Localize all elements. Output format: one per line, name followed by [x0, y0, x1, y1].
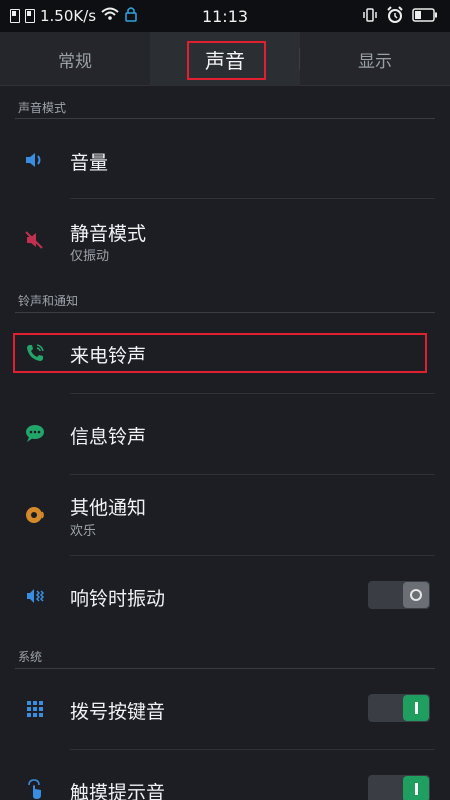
volume-item[interactable]: 音量	[0, 122, 450, 198]
silent-mode-title: 静音模式	[70, 223, 147, 245]
other-notification-item[interactable]: 其他通知 欢乐	[0, 475, 450, 555]
status-right	[362, 6, 438, 28]
vibrate-mode-icon	[362, 7, 378, 27]
incoming-ringtone-highlight	[13, 333, 427, 373]
toggle-knob	[403, 776, 429, 800]
selected-tab-highlight	[187, 41, 266, 80]
vibrate-icon	[22, 583, 48, 609]
tab-display[interactable]: 显示	[300, 32, 450, 86]
dialpad-tone-title: 拨号按键音	[70, 701, 166, 723]
dialpad-tone-item[interactable]: 拨号按键音	[0, 669, 450, 749]
touch-icon	[22, 776, 48, 800]
vibrate-when-ringing-item[interactable]: 响铃时振动	[0, 556, 450, 640]
message-ringtone-title: 信息铃声	[70, 426, 147, 448]
message-icon	[22, 420, 48, 446]
silent-mode-item[interactable]: 静音模式 仅振动	[0, 199, 450, 283]
dialpad-icon	[22, 696, 48, 722]
section-header-system: 系统	[18, 650, 43, 664]
other-notification-subtitle: 欢乐	[70, 524, 97, 539]
notification-icon	[22, 502, 48, 528]
touch-tone-toggle[interactable]	[368, 775, 430, 800]
vibrate-toggle[interactable]	[368, 581, 430, 609]
dialpad-tone-toggle[interactable]	[368, 694, 430, 722]
vibrate-when-ringing-title: 响铃时振动	[70, 588, 166, 610]
volume-title: 音量	[70, 152, 109, 174]
status-bar: 1.50K/s 11:13	[0, 0, 450, 32]
speaker-icon	[22, 147, 48, 173]
mute-icon	[22, 227, 48, 253]
touch-tone-item[interactable]: 触摸提示音	[0, 750, 450, 800]
alarm-icon	[386, 6, 404, 28]
section-header-sound-mode: 声音模式	[18, 101, 67, 115]
touch-tone-title: 触摸提示音	[70, 782, 166, 800]
toggle-knob	[403, 582, 429, 608]
section-header-ringtone: 铃声和通知	[18, 294, 79, 308]
message-ringtone-item[interactable]: 信息铃声	[0, 394, 450, 474]
battery-icon	[412, 8, 438, 26]
silent-mode-subtitle: 仅振动	[70, 249, 110, 264]
other-notification-title: 其他通知	[70, 497, 147, 519]
section-divider	[15, 118, 435, 119]
tab-general[interactable]: 常规	[0, 32, 150, 86]
toggle-knob	[403, 695, 429, 721]
